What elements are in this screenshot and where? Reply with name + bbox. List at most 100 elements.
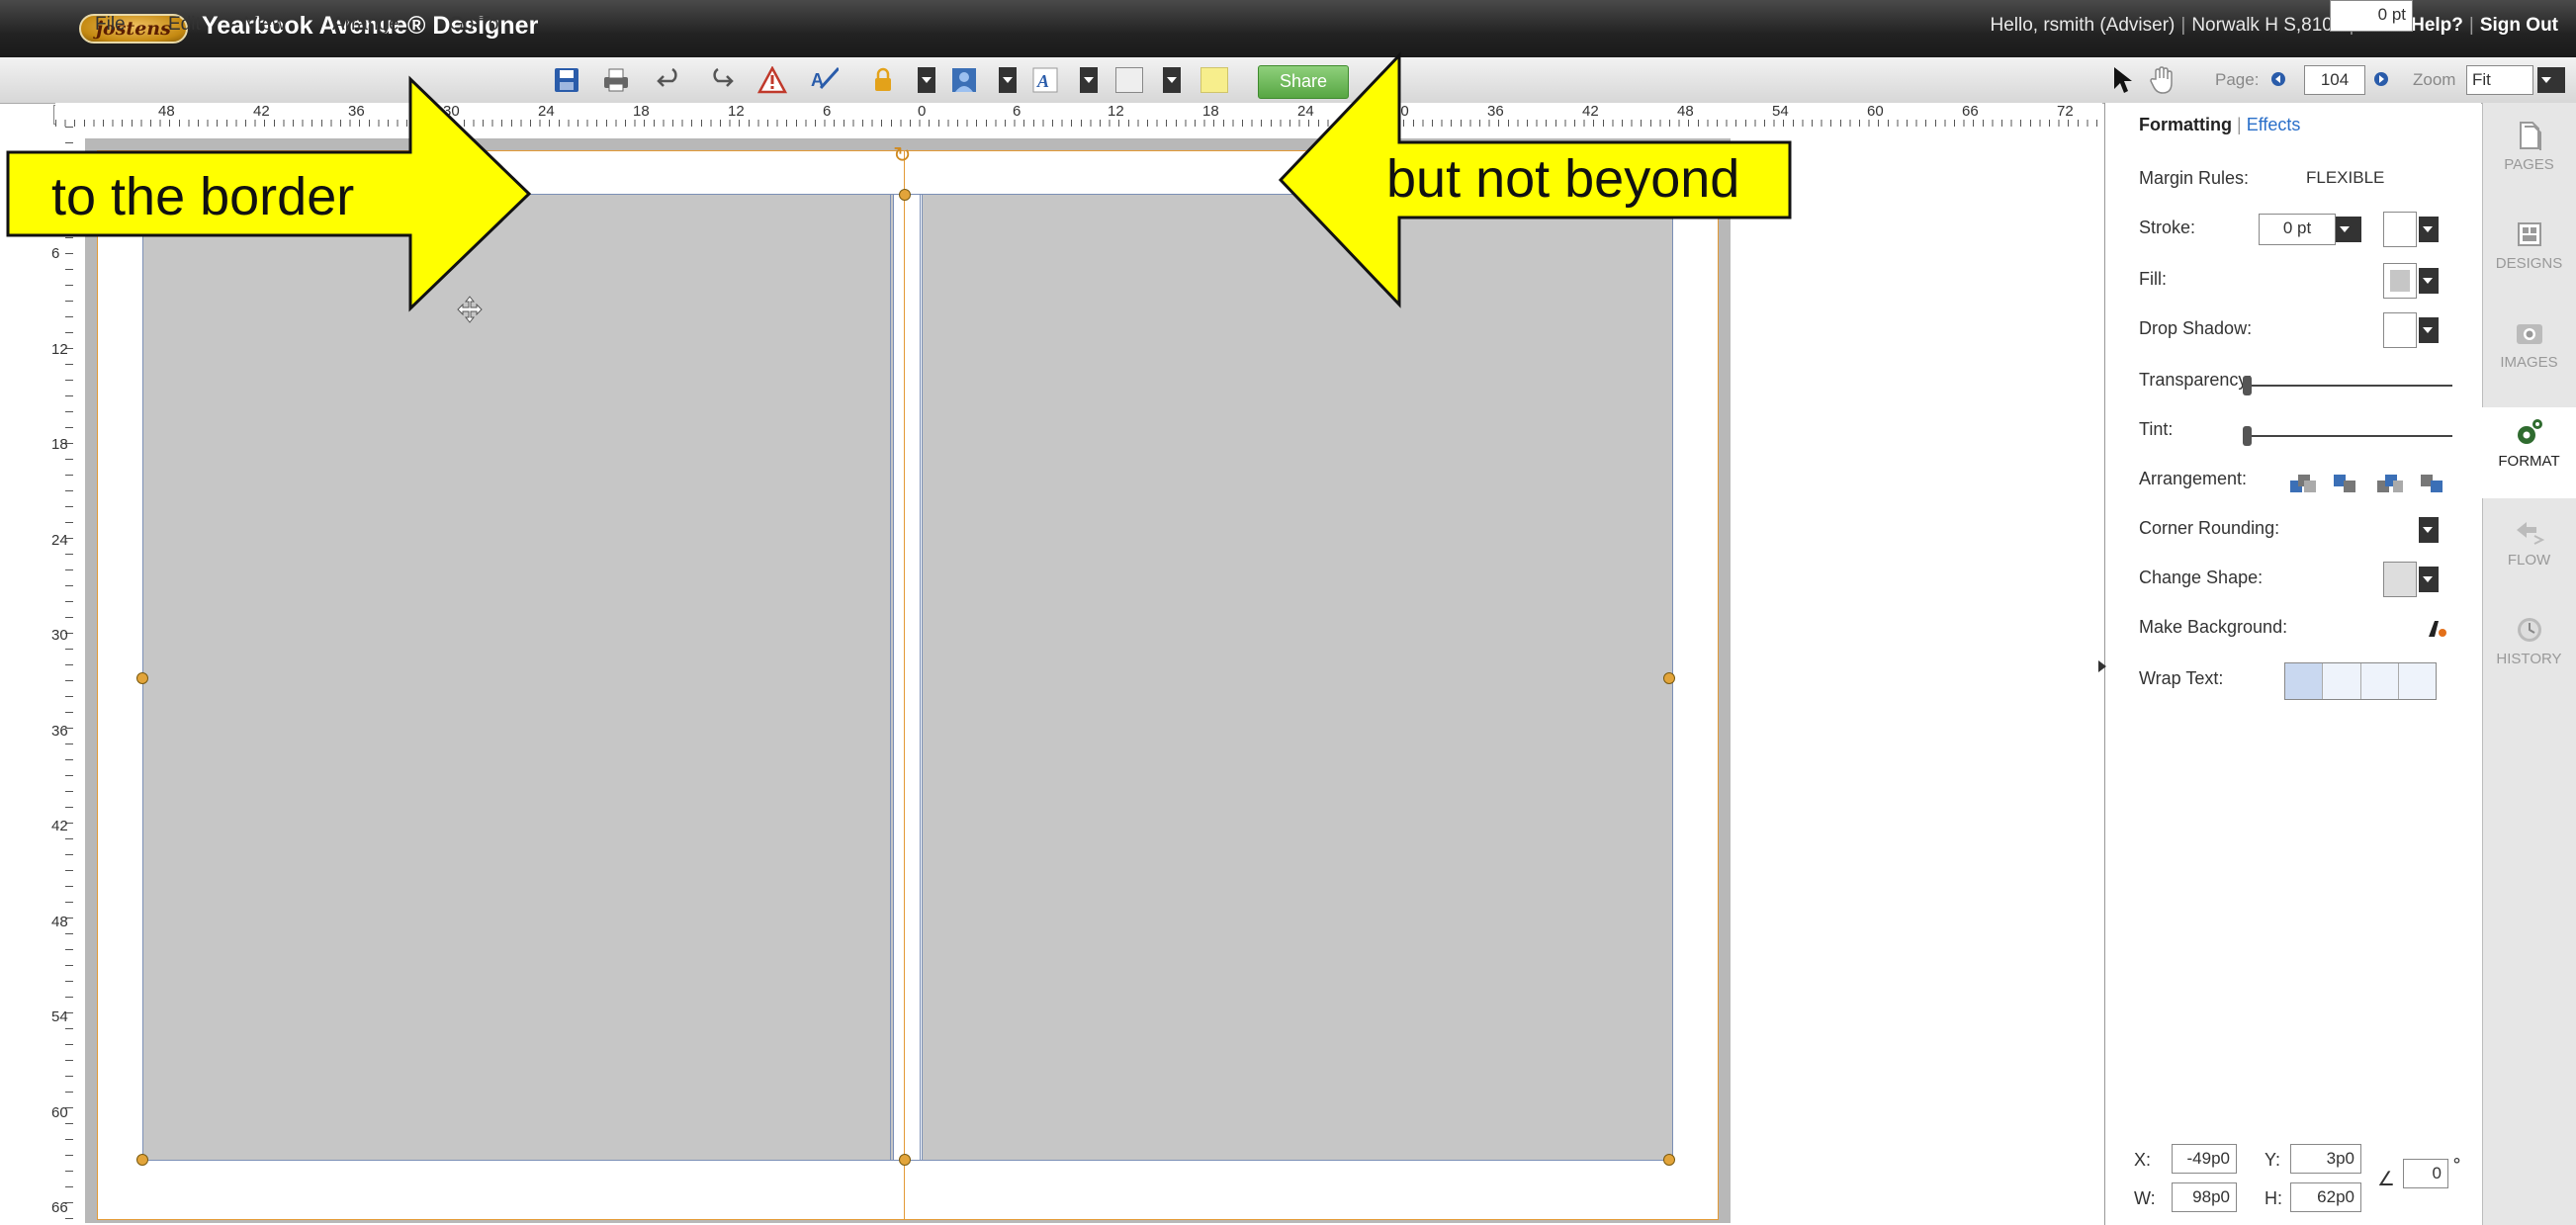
- h-label: H:: [2265, 1188, 2282, 1208]
- images-icon: [2482, 308, 2576, 354]
- sidebar-item-images[interactable]: IMAGES: [2482, 308, 2576, 399]
- pointer-tool-icon[interactable]: [2110, 65, 2136, 99]
- stroke-weight-select[interactable]: 0 pt: [2259, 214, 2336, 245]
- left-page-box[interactable]: [142, 194, 894, 1161]
- tab-formatting[interactable]: Formatting: [2139, 115, 2232, 134]
- menu-view[interactable]: View: [245, 14, 286, 36]
- ruler-tick-label: 66: [51, 1199, 68, 1216]
- selection-guide: [920, 194, 921, 1161]
- ruler-tick-label: 60: [1867, 103, 1884, 120]
- history-icon: [2482, 605, 2576, 651]
- sidebar-item-label: IMAGES: [2500, 354, 2558, 371]
- shape-picker[interactable]: [2383, 562, 2417, 597]
- zoom-dropdown[interactable]: [2537, 67, 2565, 93]
- corner-rounding-input[interactable]: 0 pt: [2330, 0, 2413, 32]
- wrap-text-label: Wrap Text:: [2139, 668, 2224, 688]
- corner-rounding-label: Corner Rounding:: [2139, 518, 2280, 538]
- tint-slider-knob[interactable]: [2243, 426, 2252, 446]
- sidebar-item-format[interactable]: FORMAT: [2482, 407, 2576, 498]
- menu-edit[interactable]: Edit: [168, 14, 201, 36]
- ruler-tick-label: 60: [51, 1103, 68, 1121]
- change-shape-label: Change Shape:: [2139, 568, 2264, 587]
- menu-arrange[interactable]: Arrange: [332, 14, 400, 36]
- ruler-tick-label: 66: [1962, 103, 1979, 120]
- menu-file[interactable]: File: [95, 14, 126, 36]
- resize-handle-right[interactable]: [1663, 672, 1675, 684]
- school-text: Norwalk H S,8103: [2191, 15, 2344, 36]
- stroke-color-picker-dropdown[interactable]: [2419, 217, 2439, 242]
- panel-collapse-icon[interactable]: [2098, 660, 2112, 672]
- page-label: Page:: [2215, 70, 2260, 89]
- zoom-label: Zoom: [2413, 70, 2456, 89]
- sidebar-item-label: HISTORY: [2496, 651, 2562, 667]
- shape-picker-dropdown[interactable]: [2419, 567, 2439, 592]
- designs-icon: [2482, 210, 2576, 255]
- send-backward-icon[interactable]: [2377, 475, 2405, 496]
- transparency-slider-knob[interactable]: [2243, 376, 2252, 395]
- angle-icon: ∠: [2377, 1167, 2395, 1190]
- make-background-label: Make Background:: [2139, 617, 2288, 637]
- transparency-label: Transparency:: [2139, 370, 2253, 390]
- wrap-tight-icon[interactable]: [2360, 663, 2399, 699]
- fill-color-picker[interactable]: [2383, 263, 2417, 299]
- right-page-box[interactable]: [922, 194, 1673, 1161]
- tab-separator: |: [2237, 115, 2242, 134]
- arrangement-label: Arrangement:: [2139, 469, 2248, 488]
- fill-label: Fill:: [2139, 269, 2167, 289]
- y-input[interactable]: 3p0: [2290, 1144, 2361, 1174]
- sidebar-item-history[interactable]: HISTORY: [2482, 605, 2576, 696]
- send-to-back-icon[interactable]: [2421, 475, 2448, 496]
- bring-forward-icon[interactable]: [2334, 475, 2361, 496]
- sidebar-item-flow[interactable]: FLOW: [2482, 506, 2576, 597]
- callout-left-text: to the border: [51, 167, 355, 226]
- drop-shadow-dropdown[interactable]: [2419, 317, 2439, 343]
- tint-slider[interactable]: [2245, 435, 2452, 437]
- resize-handle-left[interactable]: [136, 672, 148, 684]
- sidebar-item-pages[interactable]: PAGES: [2482, 111, 2576, 202]
- stroke-label: Stroke:: [2139, 218, 2196, 237]
- flow-icon: [2482, 506, 2576, 552]
- resize-handle-bottom-right[interactable]: [1663, 1154, 1675, 1166]
- wrap-none-icon[interactable]: [2285, 663, 2324, 699]
- wrap-contour-icon[interactable]: [2398, 663, 2436, 699]
- next-page-icon[interactable]: [2373, 71, 2389, 91]
- page-number-input[interactable]: 104: [2304, 65, 2365, 95]
- resize-handle-bottom[interactable]: [899, 1154, 911, 1166]
- ruler-tick-label: 42: [51, 818, 68, 834]
- y-label: Y:: [2265, 1150, 2281, 1170]
- ruler-tick-label: 24: [51, 531, 68, 549]
- zoom-select[interactable]: Fit: [2466, 65, 2533, 95]
- menu-go-to[interactable]: Go To: [449, 14, 498, 36]
- ruler-tick-label: 48: [51, 913, 68, 930]
- hand-tool-icon[interactable]: [2148, 65, 2177, 99]
- h-input[interactable]: 62p0: [2290, 1182, 2361, 1212]
- stroke-weight-dropdown[interactable]: [2336, 217, 2361, 242]
- corner-rounding-dropdown[interactable]: [2419, 517, 2439, 543]
- panel-tabs: Formatting | Effects: [2139, 115, 2300, 135]
- selection-guide: [890, 194, 891, 1161]
- x-input[interactable]: -49p0: [2172, 1144, 2237, 1174]
- greeting-text: Hello, rsmith (Adviser): [1990, 15, 2176, 36]
- resize-handle-bottom-left[interactable]: [136, 1154, 148, 1166]
- ruler-tick-label: 12: [51, 340, 68, 358]
- pages-icon: [2482, 111, 2576, 156]
- prev-page-icon[interactable]: [2270, 71, 2286, 91]
- drop-shadow-picker[interactable]: [2383, 312, 2417, 348]
- bring-to-front-icon[interactable]: [2290, 475, 2318, 496]
- transparency-slider[interactable]: [2245, 385, 2452, 387]
- wrap-square-icon[interactable]: [2323, 663, 2361, 699]
- sidebar-item-designs[interactable]: DESIGNS: [2482, 210, 2576, 301]
- sidebar-item-label: FORMAT: [2498, 453, 2560, 470]
- wrap-text-options: [2284, 662, 2437, 700]
- w-input[interactable]: 98p0: [2172, 1182, 2237, 1212]
- angle-input[interactable]: 0: [2403, 1159, 2448, 1188]
- sign-out-link[interactable]: Sign Out: [2480, 15, 2558, 36]
- tab-effects[interactable]: Effects: [2247, 115, 2301, 134]
- fill-color-dropdown[interactable]: [2419, 268, 2439, 294]
- sidebar-item-label: FLOW: [2507, 552, 2551, 569]
- callout-right-text: but not beyond: [1386, 149, 1740, 209]
- make-background-icon[interactable]: [2425, 617, 2448, 643]
- ruler-tick-label: 18: [51, 436, 68, 453]
- sidebar-item-label: PAGES: [2504, 156, 2554, 173]
- stroke-color-picker[interactable]: [2383, 212, 2417, 247]
